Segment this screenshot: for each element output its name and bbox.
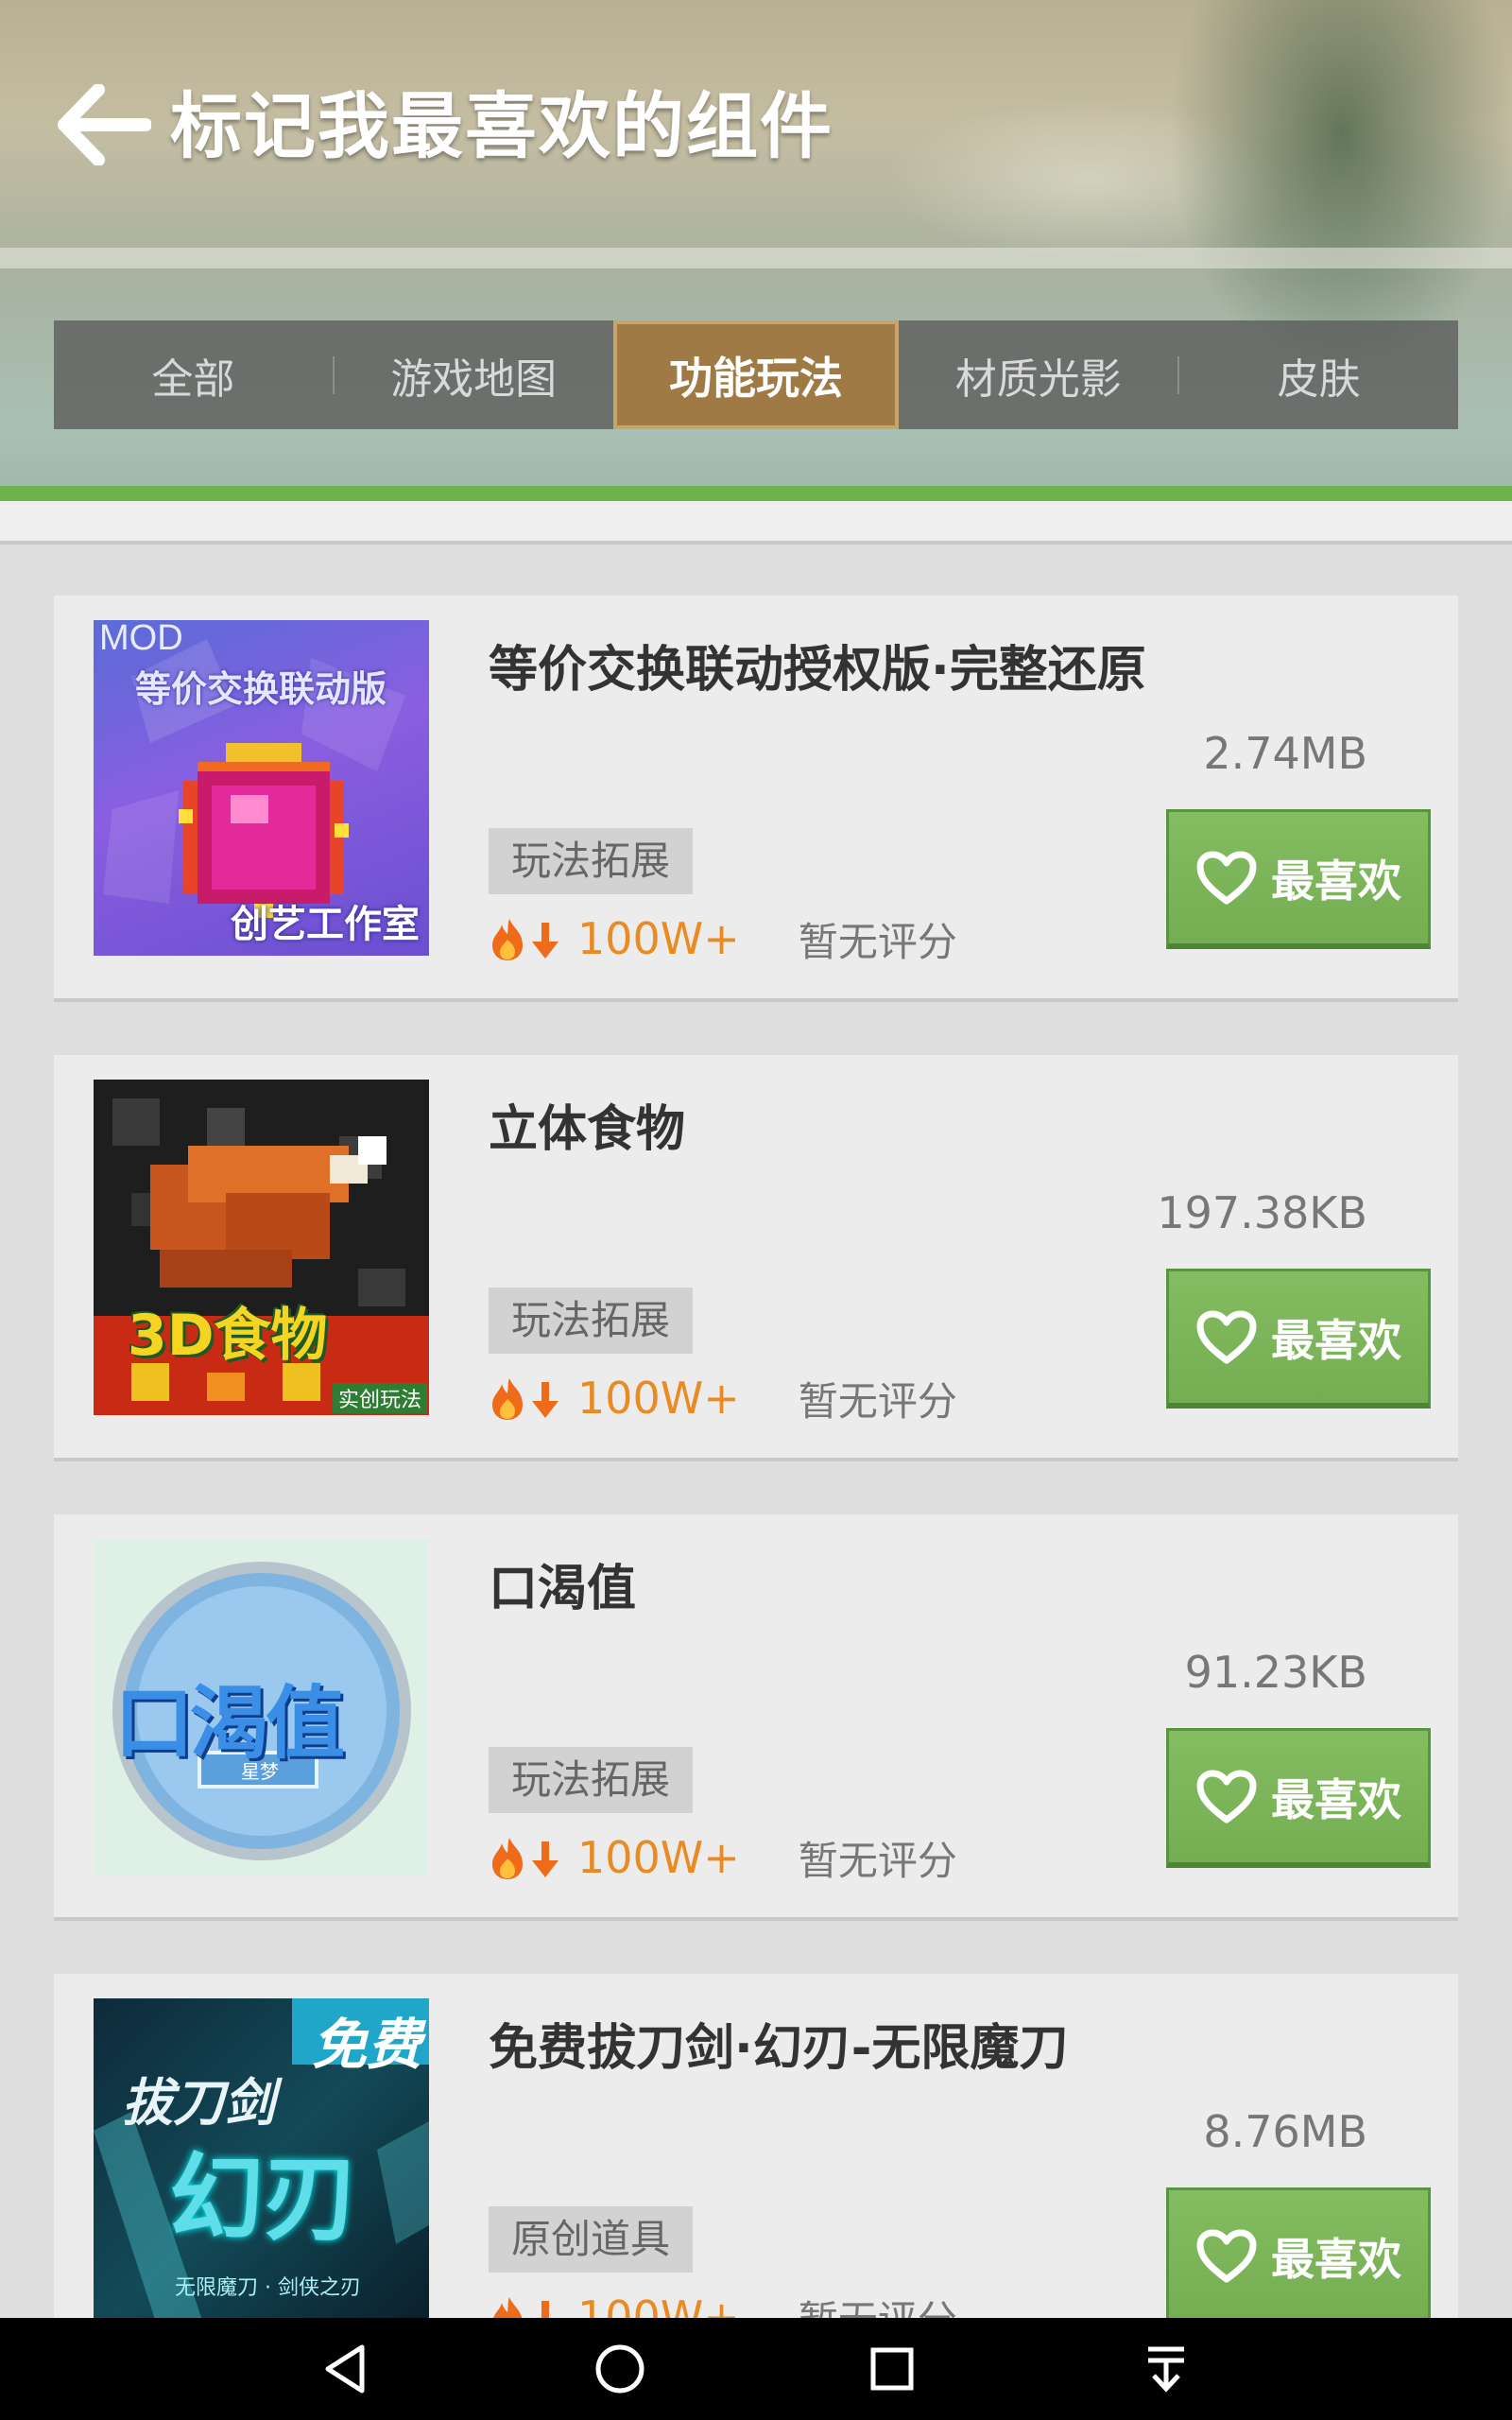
nav-back-button[interactable] bbox=[270, 2318, 421, 2420]
header-banner: 标记我最喜欢的组件 全部 游戏地图 功能玩法 材质光影 皮肤 bbox=[0, 0, 1512, 501]
favorite-label: 最喜欢 bbox=[1271, 855, 1401, 907]
download-count: 100W+ bbox=[577, 913, 740, 964]
thumb-studio: 实创玩法 bbox=[332, 1383, 427, 1413]
header-band bbox=[0, 248, 1512, 268]
category-tabs: 全部 游戏地图 功能玩法 材质光影 皮肤 bbox=[54, 320, 1458, 429]
item-thumbnail: 3D食物 实创玩法 bbox=[94, 1080, 429, 1415]
favorite-button[interactable]: 最喜欢 bbox=[1166, 1269, 1431, 1409]
item-size: 197.38KB bbox=[1157, 1187, 1367, 1238]
favorite-label: 最喜欢 bbox=[1271, 2233, 1401, 2285]
nav-recents-button[interactable] bbox=[816, 2318, 968, 2420]
thumb-studio: 创艺工作室 bbox=[231, 903, 420, 946]
system-nav-bar bbox=[0, 2318, 1512, 2420]
heart-icon bbox=[1196, 1310, 1257, 1363]
tab-gameplay[interactable]: 功能玩法 bbox=[612, 320, 900, 429]
heart-icon bbox=[1196, 1770, 1257, 1823]
flame-download-icon bbox=[492, 1838, 558, 1879]
item-size: 2.74MB bbox=[1203, 728, 1367, 779]
flame-download-icon bbox=[492, 919, 558, 960]
tab-game-maps[interactable]: 游戏地图 bbox=[335, 320, 613, 429]
notification-pull-icon bbox=[1148, 2346, 1184, 2393]
component-list[interactable]: MOD 等价交换联动版 创艺工作室 等价交换联动授权版·完整还原 2.74MB … bbox=[0, 596, 1512, 2318]
item-name[interactable]: 口渴值 bbox=[489, 1548, 636, 1619]
thumb-title: 口渴值 bbox=[114, 1677, 345, 1770]
item-tag: 玩法拓展 bbox=[489, 828, 694, 894]
tab-label: 功能玩法 bbox=[668, 352, 843, 404]
tab-all[interactable]: 全部 bbox=[54, 320, 333, 429]
item-thumbnail: 口渴值 星梦 bbox=[94, 1539, 429, 1875]
tab-skins[interactable]: 皮肤 bbox=[1179, 320, 1458, 429]
thumb-subtitle: 无限魔刀 · 剑侠之刃 bbox=[175, 2276, 361, 2300]
thumb-title: 等价交换联动版 bbox=[135, 668, 387, 710]
heart-icon bbox=[1196, 2229, 1257, 2282]
item-size: 91.23KB bbox=[1184, 1647, 1367, 1698]
back-triangle-icon bbox=[325, 2344, 365, 2394]
thumb-title: 3D食物 bbox=[128, 1303, 328, 1369]
item-tag: 玩法拓展 bbox=[489, 1747, 694, 1813]
favorite-button[interactable]: 最喜欢 bbox=[1166, 2187, 1431, 2318]
list-item[interactable]: MOD 等价交换联动版 创艺工作室 等价交换联动授权版·完整还原 2.74MB … bbox=[54, 596, 1458, 998]
item-stats: 100W+ 暂无评分 bbox=[489, 1367, 957, 1429]
sub-strip bbox=[0, 501, 1512, 544]
favorite-label: 最喜欢 bbox=[1271, 1773, 1401, 1825]
tab-label: 游戏地图 bbox=[390, 354, 558, 404]
download-count: 100W+ bbox=[577, 1373, 740, 1424]
nav-home-button[interactable] bbox=[544, 2318, 696, 2420]
free-badge: 免费 bbox=[311, 2013, 421, 2077]
item-name[interactable]: 立体食物 bbox=[489, 1089, 685, 1160]
item-thumbnail: MOD 等价交换联动版 创艺工作室 bbox=[94, 620, 429, 956]
accent-divider bbox=[0, 486, 1512, 501]
rating-text: 暂无评分 bbox=[799, 2289, 957, 2319]
rating-text: 暂无评分 bbox=[798, 1837, 957, 1884]
item-name[interactable]: 等价交换联动授权版·完整还原 bbox=[489, 630, 1146, 700]
favorite-button[interactable]: 最喜欢 bbox=[1166, 1728, 1431, 1868]
rating-text: 暂无评分 bbox=[798, 918, 957, 965]
item-name[interactable]: 免费拔刀剑·幻刃-无限魔刀 bbox=[489, 2008, 1068, 2079]
item-size: 8.76MB bbox=[1203, 2106, 1367, 2157]
tab-label: 材质光影 bbox=[954, 354, 1122, 404]
flame-download-icon bbox=[492, 1378, 558, 1420]
item-stats: 100W+ 暂无评分 bbox=[489, 2286, 957, 2318]
arrow-left-icon bbox=[58, 84, 151, 165]
home-circle-icon bbox=[595, 2344, 644, 2394]
back-button[interactable] bbox=[55, 79, 153, 170]
item-thumbnail: 免费 拔刀剑 幻刃 无限魔刀 · 剑侠之刃 bbox=[94, 1998, 429, 2318]
rating-text: 暂无评分 bbox=[798, 1377, 957, 1425]
recents-square-icon bbox=[870, 2347, 914, 2391]
list-item[interactable]: 免费 拔刀剑 幻刃 无限魔刀 · 剑侠之刃 免费拔刀剑·幻刃-无限魔刀 8.76… bbox=[54, 1974, 1458, 2318]
favorite-label: 最喜欢 bbox=[1271, 1314, 1401, 1366]
flame-download-icon bbox=[493, 2297, 549, 2318]
tab-textures-shaders[interactable]: 材质光影 bbox=[899, 320, 1177, 429]
tab-label: 全部 bbox=[151, 354, 235, 404]
thumb-mod-label: MOD bbox=[99, 620, 183, 658]
list-item[interactable]: 3D食物 实创玩法 立体食物 197.38KB 玩法拓展 100W+ 暂无评分 … bbox=[54, 1055, 1458, 1458]
thumb-subtitle-main: 幻刃 bbox=[169, 2143, 358, 2254]
list-item[interactable]: 口渴值 星梦 口渴值 91.23KB 玩法拓展 100W+ 暂无评分 最喜欢 bbox=[54, 1514, 1458, 1917]
tab-label: 皮肤 bbox=[1277, 354, 1361, 404]
nav-notification-button[interactable] bbox=[1091, 2318, 1242, 2420]
download-count: 100W+ bbox=[577, 1832, 740, 1883]
download-count: 100W+ bbox=[577, 2291, 740, 2318]
page-title: 标记我最喜欢的组件 bbox=[170, 84, 833, 168]
heart-icon bbox=[1196, 851, 1257, 904]
favorite-button[interactable]: 最喜欢 bbox=[1166, 809, 1431, 949]
thumb-studio: 星梦 bbox=[241, 1760, 279, 1783]
item-stats: 100W+ 暂无评分 bbox=[489, 1826, 957, 1889]
item-stats: 100W+ 暂无评分 bbox=[489, 908, 957, 970]
item-tag: 玩法拓展 bbox=[489, 1288, 694, 1354]
item-tag: 原创道具 bbox=[489, 2206, 694, 2273]
